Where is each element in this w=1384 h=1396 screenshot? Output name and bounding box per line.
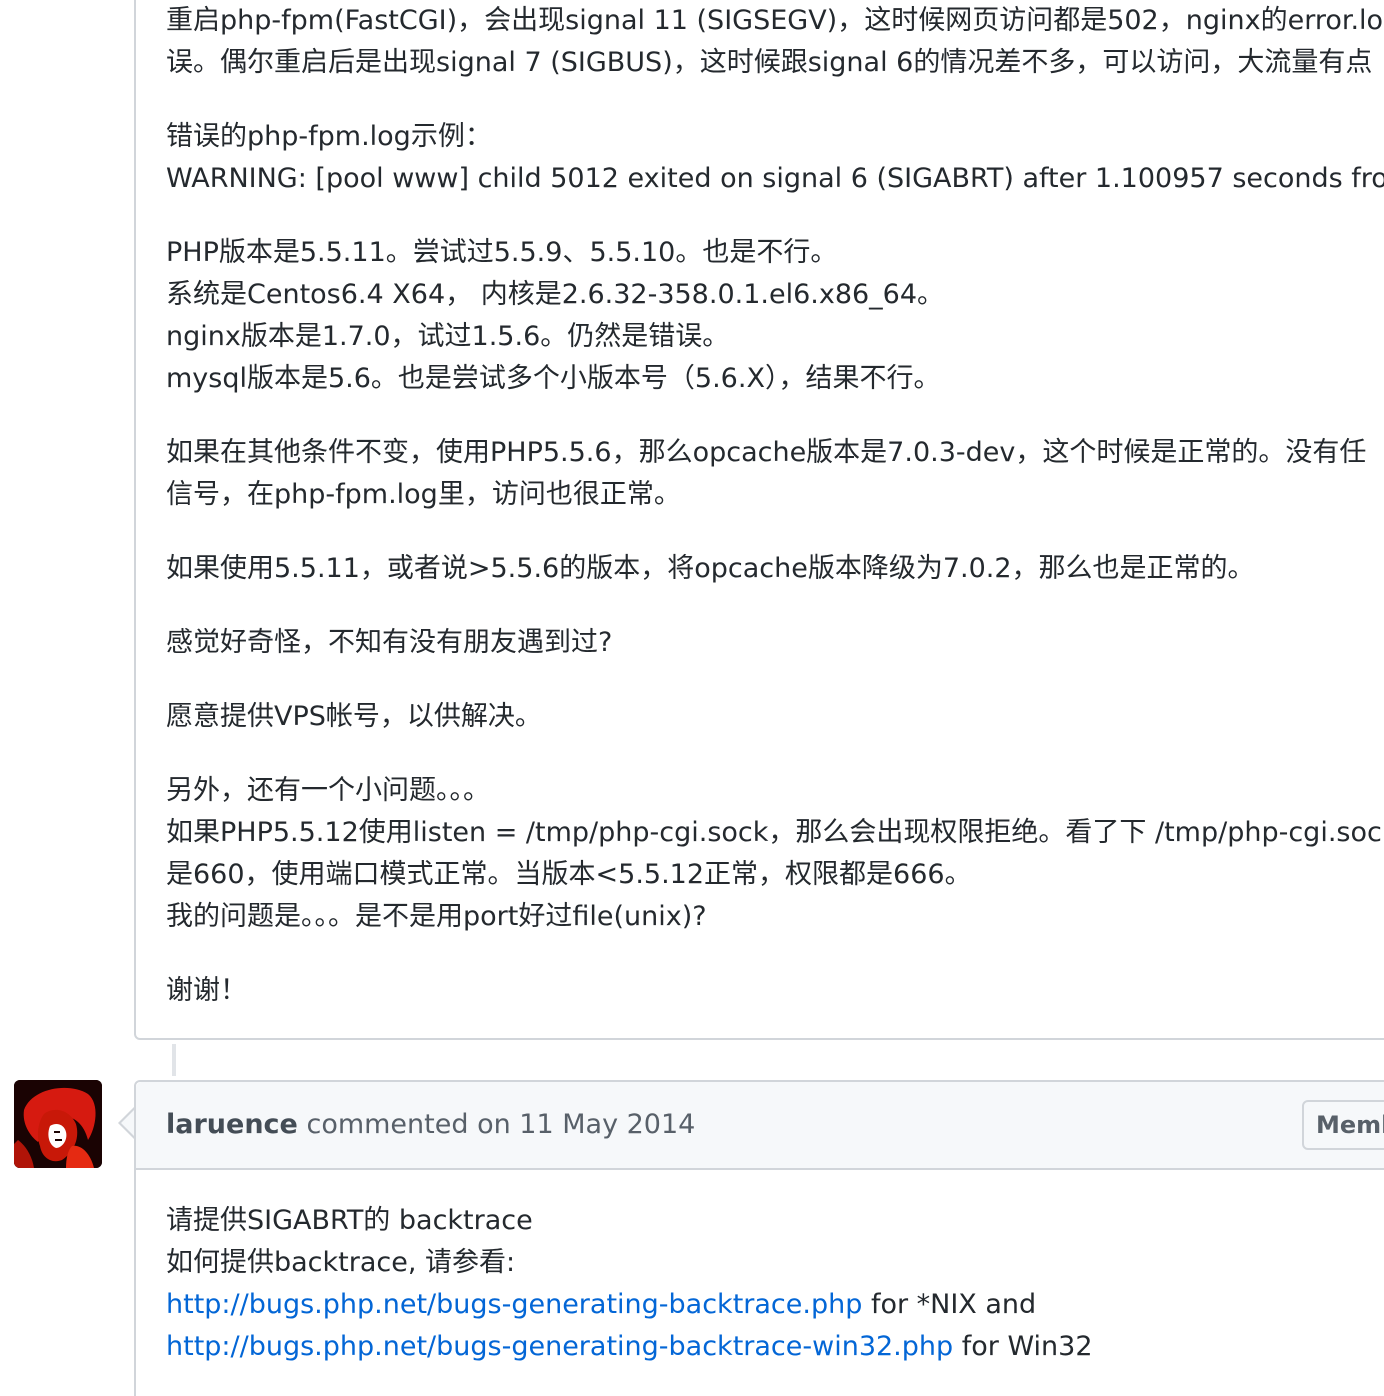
avatar-image	[14, 1080, 102, 1168]
link-suffix: for Win32	[953, 1331, 1093, 1362]
comment-line: mysql版本是5.6。也是尝试多个小版本号（5.6.X），结果不行。	[166, 363, 941, 394]
comment-header-text: laruence commented on 11 May 2014	[166, 1106, 695, 1144]
avatar[interactable]	[14, 1080, 102, 1168]
comment-line: 如果在其他条件不变，使用PHP5.5.6，那么opcache版本是7.0.3-d…	[166, 437, 1367, 468]
comment-line: 系统是Centos6.4 X64， 内核是2.6.32-358.0.1.el6.…	[166, 279, 945, 310]
comment-line: 另外，还有一个小问题。。。	[166, 775, 490, 806]
comment-line: 如果PHP5.5.12使用listen = /tmp/php-cgi.sock，…	[166, 817, 1382, 848]
comment-line: 如何提供backtrace, 请参看:	[166, 1247, 516, 1278]
comment-body: 重启php-fpm(FastCGI)，会出现signal 11 (SIGSEGV…	[166, 0, 1384, 1012]
backtrace-link-win32[interactable]: http://bugs.php.net/bugs-generating-back…	[166, 1331, 953, 1362]
comment-header: laruence commented on 11 May 2014 Memb	[136, 1082, 1384, 1170]
comment-line	[166, 84, 1384, 116]
comment-line	[166, 664, 1384, 696]
comment-line: 错误的php-fpm.log示例：	[166, 121, 492, 152]
comment-line: 愿意提供VPS帐号，以供解决。	[166, 701, 542, 732]
comment-line: PHP版本是5.5.11。尝试过5.5.9、5.5.10。也是不行。	[166, 237, 838, 268]
comment-line: http://bugs.php.net/bugs-generating-back…	[166, 1326, 1093, 1368]
member-badge: Memb	[1302, 1100, 1384, 1150]
comment-line	[166, 738, 1384, 770]
comment-line	[166, 590, 1384, 622]
comment-line	[166, 200, 1384, 232]
comment-line	[166, 938, 1384, 970]
author-link[interactable]: laruence	[166, 1109, 298, 1140]
issue-page: 重启php-fpm(FastCGI)，会出现signal 11 (SIGSEGV…	[0, 0, 1384, 1396]
comment-line: WARNING: [pool www] child 5012 exited on…	[166, 163, 1384, 194]
timeline-connector	[172, 1044, 176, 1076]
comment-line: 是660，使用端口模式正常。当版本<5.5.12正常，权限都是666。	[166, 859, 972, 890]
comment-line: 如果使用5.5.11，或者说>5.5.6的版本，将opcache版本降级为7.0…	[166, 553, 1255, 584]
comment-line: nginx版本是1.7.0，试过1.5.6。仍然是错误。	[166, 321, 730, 352]
comment-line: 请提供SIGABRT的 backtrace	[166, 1205, 533, 1236]
comment-line	[166, 516, 1384, 548]
comment-meta[interactable]: commented on 11 May 2014	[306, 1109, 695, 1140]
comment-line: 谢谢！	[166, 975, 247, 1006]
comment-line: 信号，在php-fpm.log里，访问也很正常。	[166, 479, 681, 510]
comment-line: 感觉好奇怪，不知有没有朋友遇到过?	[166, 627, 613, 658]
comment-line: 重启php-fpm(FastCGI)，会出现signal 11 (SIGSEGV…	[166, 5, 1384, 36]
comment-line	[166, 400, 1384, 432]
comment-line: 误。偶尔重启后是出现signal 7 (SIGBUS)，这时候跟signal 6…	[166, 47, 1373, 78]
backtrace-link-nix[interactable]: http://bugs.php.net/bugs-generating-back…	[166, 1289, 862, 1320]
comment-line: http://bugs.php.net/bugs-generating-back…	[166, 1284, 1093, 1326]
comment-line: 我的问题是。。。是不是用port好过file(unix)?	[166, 901, 707, 932]
link-suffix: for *NIX and	[862, 1289, 1037, 1320]
comment-body: 请提供SIGABRT的 backtrace 如何提供backtrace, 请参看…	[166, 1200, 1093, 1368]
